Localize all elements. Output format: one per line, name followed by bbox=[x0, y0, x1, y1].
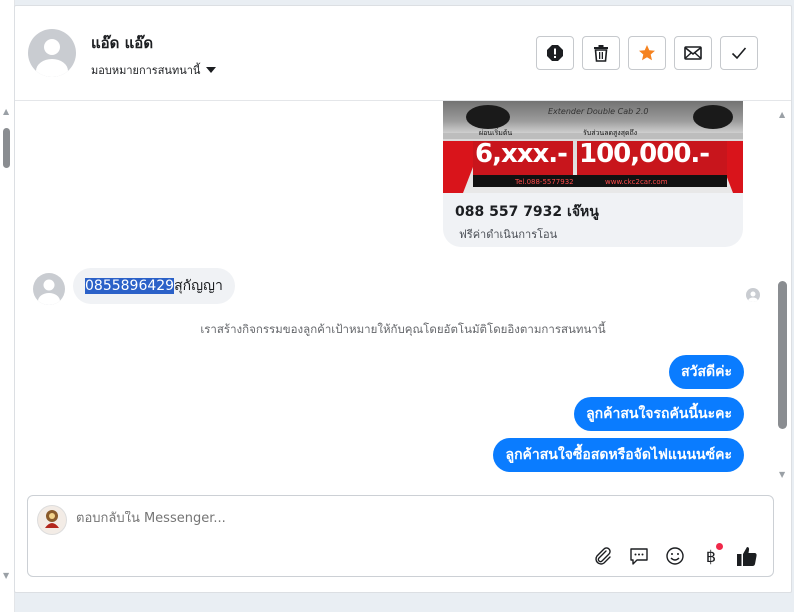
envelope-icon bbox=[684, 46, 702, 60]
paperclip-icon bbox=[595, 547, 611, 565]
emoji-button[interactable] bbox=[663, 544, 687, 568]
caret-down-icon bbox=[206, 67, 217, 73]
card-subtitle: ฟรีค่าดำเนินการโอน bbox=[459, 228, 558, 241]
selected-phone-text[interactable]: 0855896429 bbox=[85, 278, 175, 294]
scroll-down-arrow-icon[interactable]: ▼ bbox=[3, 572, 9, 580]
star-icon bbox=[639, 45, 655, 61]
attach-button[interactable] bbox=[591, 544, 615, 568]
contact-message-avatar[interactable] bbox=[33, 273, 65, 305]
outgoing-message-bubble[interactable]: ลูกค้าสนใจรถคันนี้นะคะ bbox=[574, 397, 744, 431]
message-list[interactable]: Extender Double Cab 2.0 ผ่อนเริ่มต้น 6,x… bbox=[15, 101, 791, 491]
incoming-message-bubble[interactable]: 0855896429 สุกัญญา bbox=[73, 268, 235, 304]
default-avatar-icon bbox=[36, 39, 68, 77]
left-scrollbar-thumb[interactable] bbox=[3, 128, 10, 168]
saved-reply-icon bbox=[630, 548, 648, 565]
incoming-name-text[interactable]: สุกัญญา bbox=[174, 275, 223, 297]
emoji-icon bbox=[666, 547, 684, 565]
left-scrollbar[interactable]: ▲ ▼ bbox=[0, 108, 14, 588]
default-avatar-icon bbox=[38, 279, 60, 305]
delete-button[interactable] bbox=[582, 36, 620, 70]
message-list-scrollbar[interactable]: ▲ ▼ bbox=[777, 101, 789, 491]
card-title[interactable]: 088 557 7932 เจ๊หนู bbox=[455, 201, 599, 223]
reply-composer: ฿ bbox=[27, 495, 774, 577]
scroll-up-arrow-icon[interactable]: ▲ bbox=[779, 111, 785, 119]
banner-tel: Tel.088-5577932 bbox=[515, 178, 574, 186]
report-icon bbox=[547, 45, 563, 61]
baht-icon: ฿ bbox=[705, 546, 717, 566]
banner-tag-left: ผ่อนเริ่มต้น bbox=[479, 129, 513, 137]
saved-replies-button[interactable] bbox=[627, 544, 651, 568]
outgoing-message-bubble[interactable]: ลูกค้าสนใจซื้อสดหรือจัดไฟแนนนซ์คะ bbox=[493, 438, 744, 472]
conversation-header: แอ๊ด แอ๊ด มอบหมายการสนทนานี้ bbox=[15, 6, 791, 101]
read-receipt-icon bbox=[748, 291, 758, 302]
thumbs-up-icon bbox=[737, 547, 757, 566]
mark-unread-button[interactable] bbox=[674, 36, 712, 70]
system-notice: เราสร้างกิจกรรมของลูกค้าเป้าหมายให้กับคุ… bbox=[200, 322, 606, 336]
contact-avatar[interactable] bbox=[28, 29, 76, 77]
like-button[interactable] bbox=[735, 544, 759, 568]
banner-tag-right: รับส่วนลดสูงสุดถึง bbox=[583, 129, 638, 137]
conversation-panel: แอ๊ด แอ๊ด มอบหมายการสนทนานี้ Extender Do… bbox=[14, 5, 792, 593]
outgoing-message-bubble[interactable]: สวัสดีค่ะ bbox=[669, 355, 744, 389]
shared-post-card[interactable]: Extender Double Cab 2.0 ผ่อนเริ่มต้น 6,x… bbox=[443, 101, 743, 247]
banner-price-right: 100,000.- bbox=[579, 139, 710, 169]
banner-price-left: 6,xxx.- bbox=[475, 139, 568, 169]
header-actions bbox=[536, 36, 758, 70]
star-button[interactable] bbox=[628, 36, 666, 70]
page-logo-icon bbox=[45, 510, 59, 528]
reply-input[interactable] bbox=[76, 511, 676, 526]
report-button[interactable] bbox=[536, 36, 574, 70]
trash-icon bbox=[594, 45, 608, 62]
car-promo-banner[interactable]: Extender Double Cab 2.0 ผ่อนเริ่มต้น 6,x… bbox=[443, 101, 743, 193]
notification-dot bbox=[716, 543, 723, 550]
composer-toolbar: ฿ bbox=[591, 543, 759, 568]
mark-done-button[interactable] bbox=[720, 36, 758, 70]
banner-model-text: Extender Double Cab 2.0 bbox=[548, 107, 649, 116]
banner-web: www.ckc2car.com bbox=[605, 178, 668, 186]
scroll-up-arrow-icon[interactable]: ▲ bbox=[3, 108, 9, 116]
contact-name[interactable]: แอ๊ด แอ๊ด bbox=[91, 31, 153, 55]
assign-conversation-dropdown[interactable]: มอบหมายการสนทนานี้ bbox=[91, 61, 217, 79]
message-list-scrollbar-thumb[interactable] bbox=[778, 281, 787, 429]
check-icon bbox=[731, 47, 747, 60]
page-avatar bbox=[37, 505, 67, 535]
payment-button[interactable]: ฿ bbox=[699, 543, 723, 568]
seen-avatar-icon bbox=[746, 288, 760, 302]
assign-label: มอบหมายการสนทนานี้ bbox=[91, 64, 201, 77]
scroll-down-arrow-icon[interactable]: ▼ bbox=[779, 471, 785, 479]
